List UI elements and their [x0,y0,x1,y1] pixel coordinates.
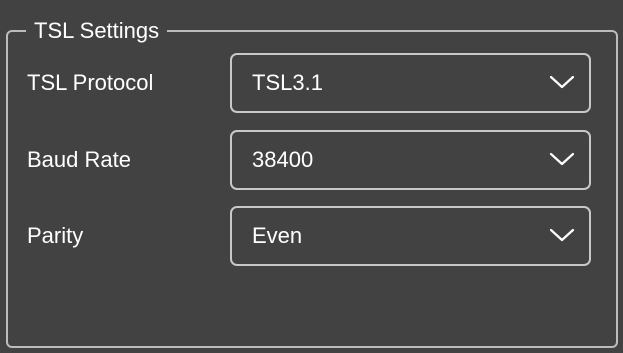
parity-dropdown[interactable]: Even [230,206,591,266]
chevron-down-icon [549,152,575,166]
chevron-down-icon [549,228,575,242]
tsl-protocol-dropdown[interactable]: TSL3.1 [230,53,591,113]
parity-label: Parity [27,223,84,248]
tsl-protocol-row: TSL Protocol TSL3.1 [0,53,623,113]
baud-rate-label: Baud Rate [27,147,131,172]
baud-rate-value: 38400 [252,147,314,172]
tsl-protocol-label: TSL Protocol [27,70,154,95]
chevron-down-icon [549,75,575,89]
baud-rate-row: Baud Rate 38400 [0,130,623,190]
tsl-protocol-value: TSL3.1 [252,70,323,95]
tsl-settings-panel: TSL Settings TSL Protocol TSL3.1 Baud Ra… [0,0,623,353]
parity-value: Even [252,223,303,248]
parity-row: Parity Even [0,206,623,266]
group-title: TSL Settings [26,17,168,45]
baud-rate-dropdown[interactable]: 38400 [230,130,591,190]
